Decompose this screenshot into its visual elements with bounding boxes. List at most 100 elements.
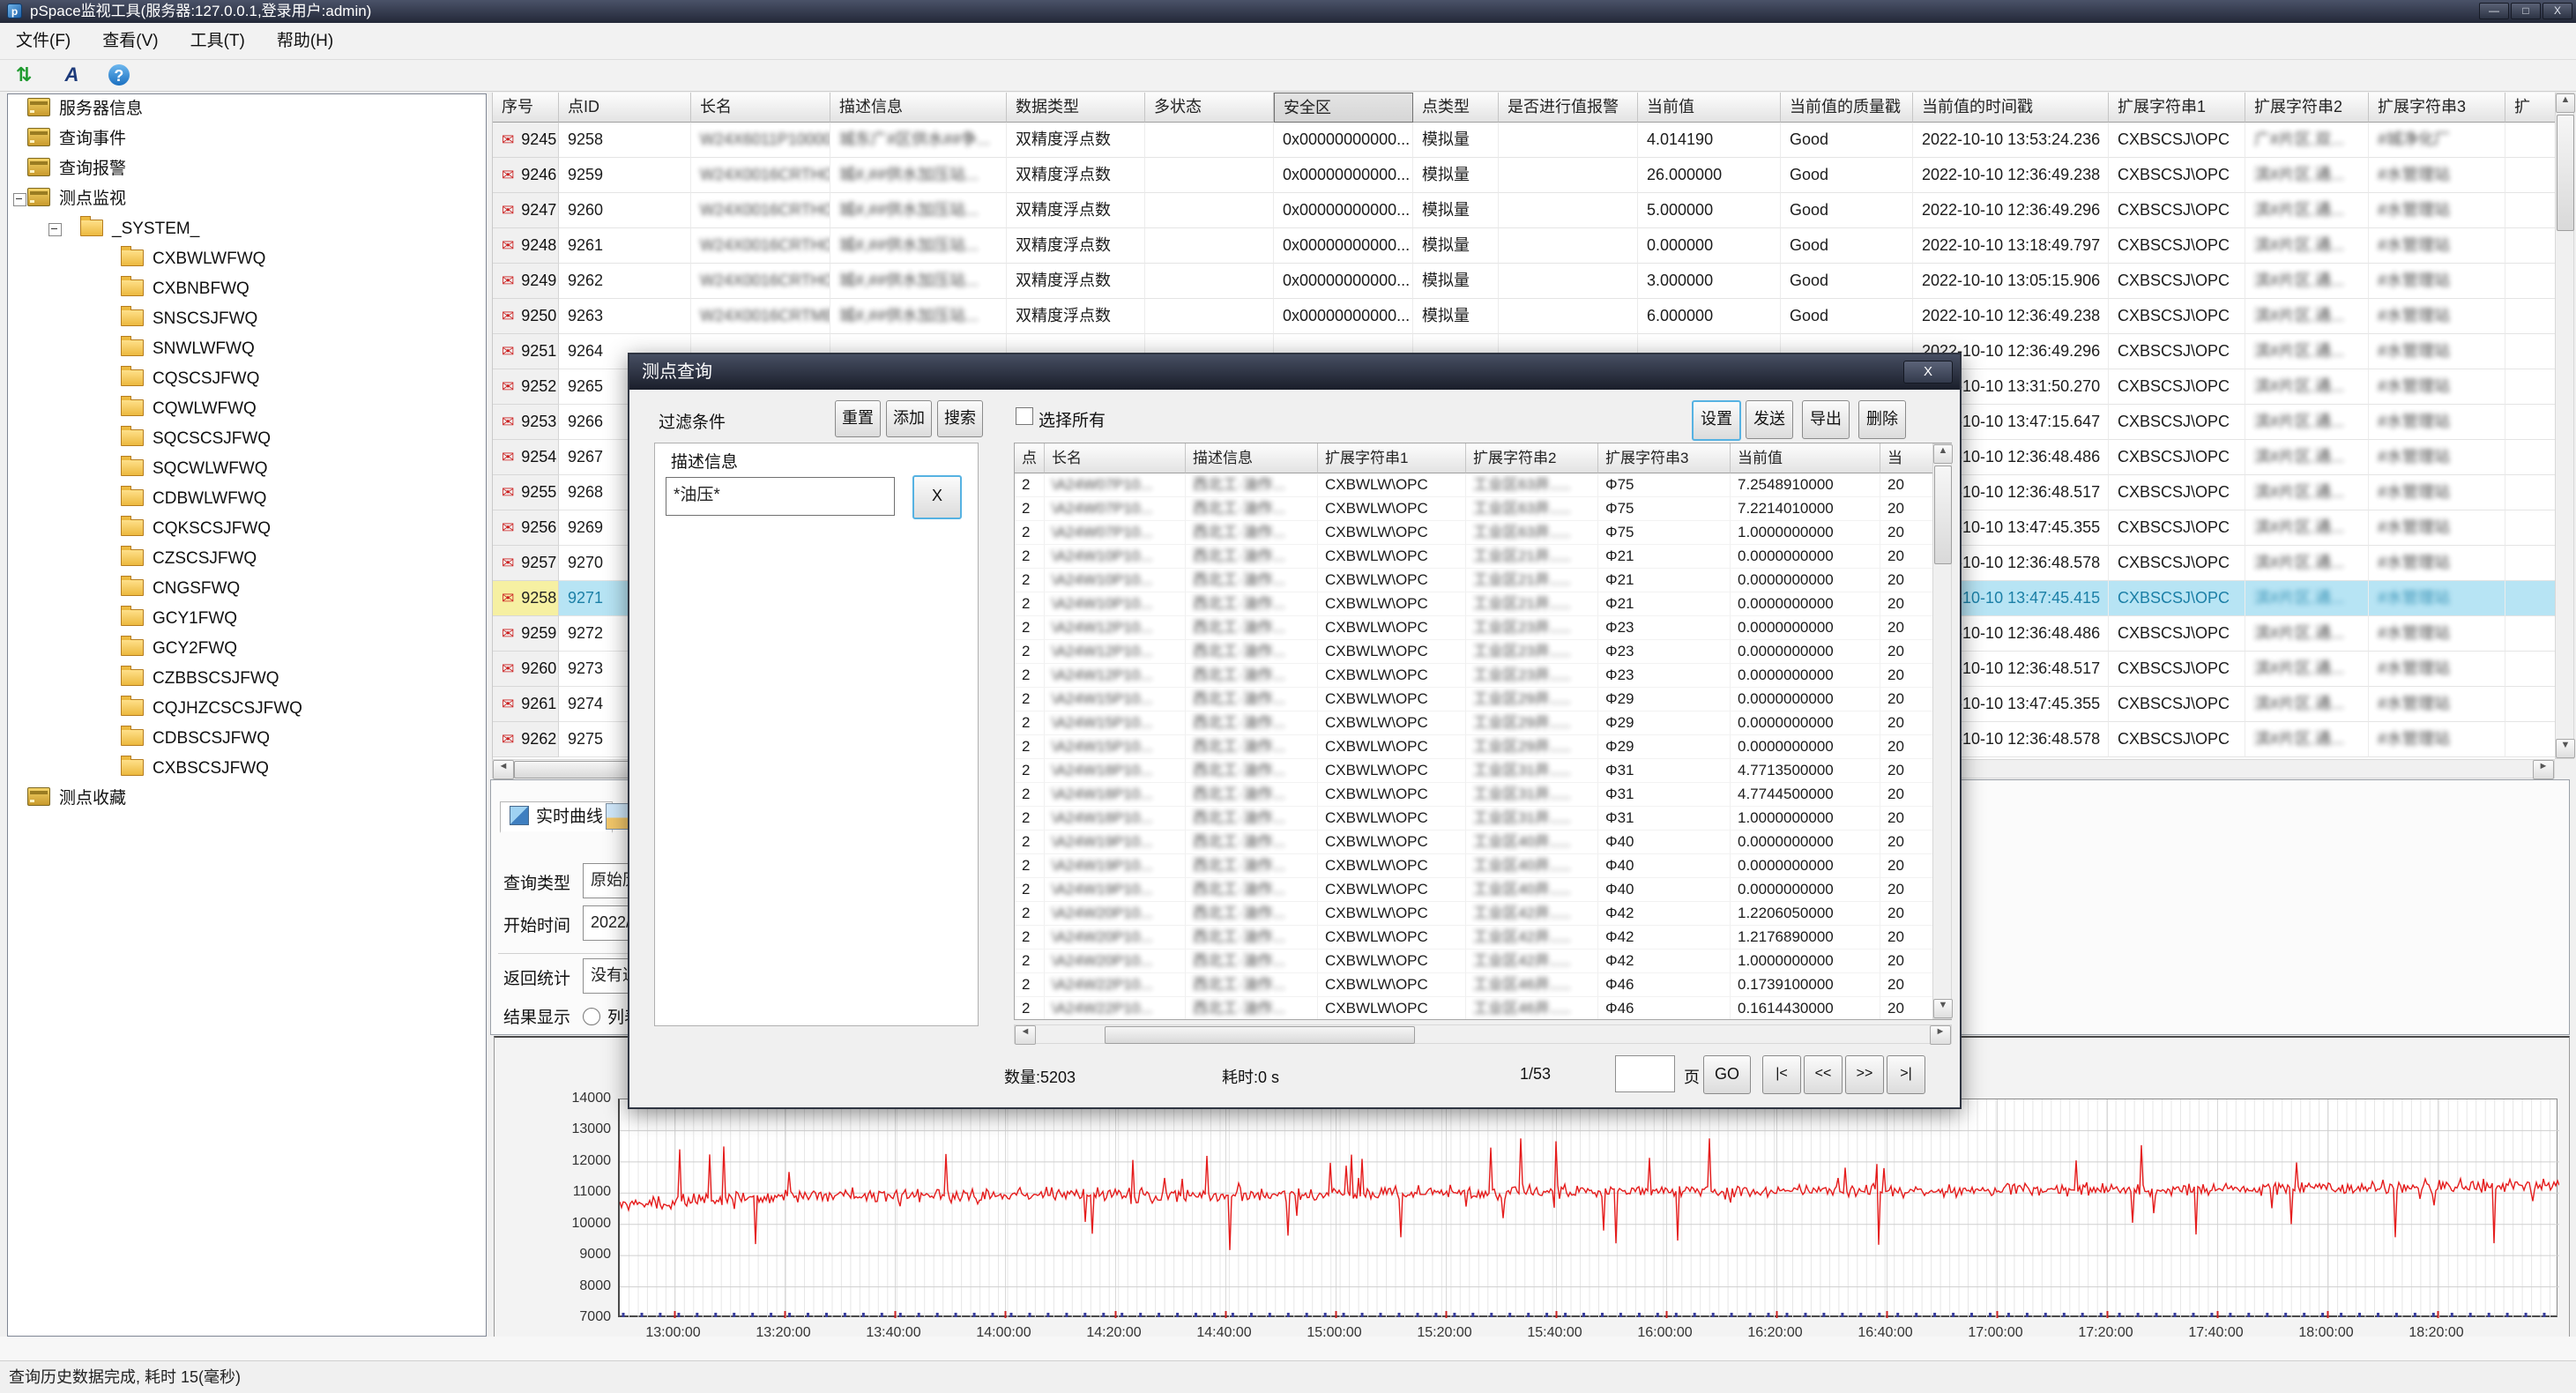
page-nav-3[interactable]: >| [1887, 1055, 1925, 1094]
dialog-hscroll-thumb[interactable] [1105, 1026, 1415, 1044]
dialog-table-row[interactable]: 2\A24W22P10...西北工·油作...CXBWLW\OPC工业区46井.… [1015, 973, 1933, 997]
scroll-down-icon[interactable]: ▼ [1933, 999, 1953, 1018]
dialog-column-header-2[interactable]: 描述信息 [1186, 443, 1318, 473]
dialog-vscrollbar[interactable]: ▲ ▼ [1932, 443, 1952, 1019]
filter-button-2[interactable]: 搜索 [937, 400, 983, 437]
clear-filter-button[interactable]: X [912, 475, 962, 519]
sidebar-item-cqwlwfwq[interactable]: CQWLWFWQ [8, 394, 486, 424]
sidebar-item-sqcwlwfwq[interactable]: SQCWLWFWQ [8, 454, 486, 484]
sidebar-item-cxbscsjfwq[interactable]: CXBSCSJFWQ [8, 754, 486, 784]
column-header-9[interactable]: 当前值 [1638, 93, 1781, 123]
dialog-table-row[interactable]: 2\A24W10P10...西北工·油作...CXBWLW\OPC工业区21井.… [1015, 545, 1933, 569]
sidebar-item-_system_[interactable]: _SYSTEM_ [8, 214, 486, 244]
desc-filter-input[interactable]: *油压* [666, 477, 895, 516]
action-button-0[interactable]: 设置 [1692, 400, 1741, 441]
sidebar-item-服务器信息[interactable]: 服务器信息 [8, 94, 486, 124]
column-header-10[interactable]: 当前值的质量戳 [1781, 93, 1913, 123]
column-header-1[interactable]: 点ID [559, 93, 691, 123]
scroll-left-icon[interactable]: ◄ [493, 760, 514, 779]
table-row[interactable]: ✉92509263W24X0016CRTME...城#,##供水加压站...双精… [493, 299, 2557, 334]
help-icon[interactable]: ? [108, 64, 130, 86]
sidebar-item-cxbnbfwq[interactable]: CXBNBFWQ [8, 274, 486, 304]
close-button[interactable]: X [2542, 3, 2572, 19]
sidebar-item-测点监视[interactable]: 测点监视 [8, 184, 486, 214]
menu-item-1[interactable]: 查看(V) [86, 23, 174, 60]
column-header-15[interactable]: 扩 [2505, 93, 2557, 123]
scroll-left-icon[interactable]: ◄ [1015, 1025, 1036, 1045]
dialog-table-row[interactable]: 2\A24W15P10...西北工·油作...CXBWLW\OPC工业区29井.… [1015, 735, 1933, 759]
sidebar-item-gcy2fwq[interactable]: GCY2FWQ [8, 634, 486, 664]
scroll-down-icon[interactable]: ▼ [2556, 739, 2575, 758]
sidebar-item-cxbwlwfwq[interactable]: CXBWLWFWQ [8, 244, 486, 274]
dialog-table-row[interactable]: 2\A24W18P10...西北工·油作...CXBWLW\OPC工业区31井.… [1015, 759, 1933, 783]
column-header-4[interactable]: 数据类型 [1007, 93, 1145, 123]
sidebar-item-cqjhzcscsjfwq[interactable]: CQJHZCSCSJFWQ [8, 694, 486, 724]
dialog-column-header-4[interactable]: 扩展字符串2 [1466, 443, 1598, 473]
dialog-table-row[interactable]: 2\A24W12P10...西北工·油作...CXBWLW\OPC工业区23井.… [1015, 664, 1933, 688]
dialog-table-row[interactable]: 2\A24W15P10...西北工·油作...CXBWLW\OPC工业区29井.… [1015, 688, 1933, 711]
sidebar-item-cdbwlwfwq[interactable]: CDBWLWFWQ [8, 484, 486, 514]
filter-button-1[interactable]: 添加 [886, 400, 932, 437]
action-button-3[interactable]: 删除 [1858, 400, 1906, 439]
dialog-table-row[interactable]: 2\A24W12P10...西北工·油作...CXBWLW\OPC工业区23井.… [1015, 616, 1933, 640]
column-header-0[interactable]: 序号 [493, 93, 559, 123]
dialog-title-bar[interactable]: 测点查询 [629, 354, 1960, 390]
maximize-button[interactable]: □ [2511, 3, 2541, 19]
dialog-table-row[interactable]: 2\A24W18P10...西北工·油作...CXBWLW\OPC工业区31井.… [1015, 807, 1933, 831]
go-button[interactable]: GO [1703, 1055, 1751, 1094]
dialog-vscroll-thumb[interactable] [1934, 466, 1952, 564]
collapse-icon[interactable] [13, 193, 26, 206]
dialog-column-header-5[interactable]: 扩展字符串3 [1598, 443, 1731, 473]
table-row[interactable]: ✉92469259W24X0016CRTHO...城#,##供水加压站...双精… [493, 158, 2557, 193]
dialog-table-row[interactable]: 2\A24W07P10...西北工·油作...CXBWLW\OPC工业区63井.… [1015, 473, 1933, 497]
column-header-11[interactable]: 当前值的时间戳 [1913, 93, 2109, 123]
action-button-2[interactable]: 导出 [1802, 400, 1850, 439]
sidebar-item-cdbscsjfwq[interactable]: CDBSCSJFWQ [8, 724, 486, 754]
collapse-icon[interactable] [48, 223, 62, 236]
dialog-table-row[interactable]: 2\A24W20P10...西北工·油作...CXBWLW\OPC工业区42井.… [1015, 926, 1933, 950]
sidebar-item-gcy1fwq[interactable]: GCY1FWQ [8, 604, 486, 634]
table-row[interactable]: ✉92499262W24X0016CRTHO...城#,##供水加压站...双精… [493, 264, 2557, 299]
dialog-hscrollbar[interactable]: ◄ ► [1014, 1024, 1952, 1044]
sidebar-item-cqkscsjfwq[interactable]: CQKSCSJFWQ [8, 514, 486, 544]
menu-item-0[interactable]: 文件(F) [0, 23, 86, 60]
minimize-button[interactable]: — [2479, 3, 2509, 19]
vscroll-thumb[interactable] [2557, 115, 2574, 231]
dialog-column-header-3[interactable]: 扩展字符串1 [1318, 443, 1466, 473]
column-header-3[interactable]: 描述信息 [830, 93, 1007, 123]
column-header-5[interactable]: 多状态 [1145, 93, 1274, 123]
scroll-up-icon[interactable]: ▲ [2556, 93, 2575, 113]
dialog-table-row[interactable]: 2\A24W22P10...西北工·油作...CXBWLW\OPC工业区46井.… [1015, 997, 1933, 1020]
select-all-checkbox[interactable] [1016, 407, 1033, 425]
sidebar-item-查询报警[interactable]: 查询报警 [8, 154, 486, 184]
dialog-column-header-7[interactable]: 当 [1880, 443, 1933, 473]
dialog-table-row[interactable]: 2\A24W19P10...西北工·油作...CXBWLW\OPC工业区40井.… [1015, 878, 1933, 902]
sidebar-item-sqcscsjfwq[interactable]: SQCSCSJFWQ [8, 424, 486, 454]
main-vscrollbar[interactable]: ▲ ▼ [2555, 93, 2574, 759]
sidebar-item-cqscsjfwq[interactable]: CQSCSJFWQ [8, 364, 486, 394]
sidebar-item-snwlwfwq[interactable]: SNWLWFWQ [8, 334, 486, 364]
sidebar-item-czscsjfwq[interactable]: CZSCSJFWQ [8, 544, 486, 574]
column-header-14[interactable]: 扩展字符串3 [2369, 93, 2505, 123]
dialog-table-row[interactable]: 2\A24W10P10...西北工·油作...CXBWLW\OPC工业区21井.… [1015, 569, 1933, 592]
sidebar-item-查询事件[interactable]: 查询事件 [8, 124, 486, 154]
column-header-6[interactable]: 安全区 [1274, 93, 1413, 123]
page-nav-1[interactable]: << [1804, 1055, 1843, 1094]
scroll-right-icon[interactable]: ► [1930, 1025, 1951, 1045]
column-header-13[interactable]: 扩展字符串2 [2245, 93, 2369, 123]
dialog-table-row[interactable]: 2\A24W15P10...西北工·油作...CXBWLW\OPC工业区29井.… [1015, 711, 1933, 735]
page-nav-2[interactable]: >> [1845, 1055, 1884, 1094]
sidebar-item-czbbscsjfwq[interactable]: CZBBSCSJFWQ [8, 664, 486, 694]
dialog-table-row[interactable]: 2\A24W19P10...西北工·油作...CXBWLW\OPC工业区40井.… [1015, 854, 1933, 878]
menu-item-3[interactable]: 帮助(H) [261, 23, 349, 60]
table-row[interactable]: ✉92479260W24X0016CRTHO...城#,##供水加压站...双精… [493, 193, 2557, 228]
action-button-1[interactable]: 发送 [1746, 400, 1793, 439]
annotate-icon[interactable]: A [60, 63, 83, 86]
dialog-table-row[interactable]: 2\A24W07P10...西北工·油作...CXBWLW\OPC工业区63井.… [1015, 497, 1933, 521]
tab-realtime-curve[interactable]: 实时曲线 [500, 801, 613, 833]
dialog-table-row[interactable]: 2\A24W10P10...西北工·油作...CXBWLW\OPC工业区21井.… [1015, 592, 1933, 616]
dialog-column-header-0[interactable]: 点 [1015, 443, 1045, 473]
page-nav-0[interactable]: |< [1762, 1055, 1801, 1094]
sidebar-item-snscsjfwq[interactable]: SNSCSJFWQ [8, 304, 486, 334]
sidebar-item-测点收藏[interactable]: 测点收藏 [8, 784, 486, 814]
